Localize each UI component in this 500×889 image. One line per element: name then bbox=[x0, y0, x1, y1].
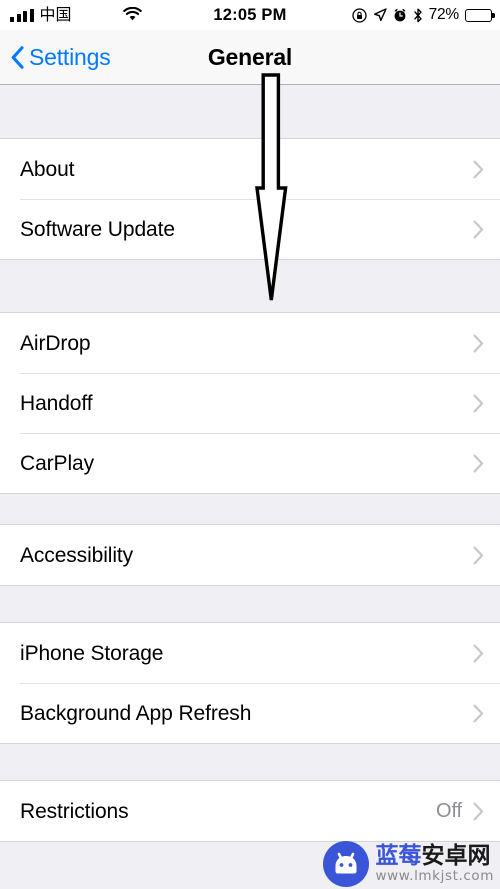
table-row[interactable]: iPhone Storage bbox=[0, 623, 500, 683]
row-label: AirDrop bbox=[20, 331, 91, 355]
row-value: Off bbox=[435, 799, 462, 822]
row-label: Restrictions bbox=[20, 799, 129, 823]
settings-group: AirDrop Handoff CarPlay bbox=[0, 312, 500, 494]
row-label: Software Update bbox=[20, 217, 175, 241]
section-gap bbox=[0, 86, 500, 138]
table-row[interactable]: Handoff bbox=[0, 373, 500, 433]
watermark-url: www.lmkjst.com bbox=[375, 868, 494, 885]
row-accessory bbox=[473, 220, 484, 239]
row-label: About bbox=[20, 157, 75, 181]
row-accessory bbox=[473, 454, 484, 473]
iphone-screen: 中国 12:05 PM 72% Settings General About S… bbox=[0, 0, 500, 889]
navigation-bar: Settings General bbox=[0, 30, 500, 85]
battery-icon bbox=[465, 8, 495, 22]
watermark-name-part2: 安卓网 bbox=[421, 843, 491, 870]
section-gap bbox=[0, 494, 500, 524]
section-gap bbox=[0, 744, 500, 780]
table-row[interactable]: About bbox=[0, 139, 500, 199]
settings-list[interactable]: About Software Update AirDrop Handoff CarPla… bbox=[0, 86, 500, 889]
row-label: iPhone Storage bbox=[20, 641, 164, 665]
bluetooth-icon bbox=[413, 7, 423, 23]
watermark-site-name: 蓝莓安卓网 bbox=[376, 844, 495, 869]
settings-group: Restrictions Off bbox=[0, 780, 500, 842]
table-row[interactable]: CarPlay bbox=[0, 433, 500, 493]
chevron-right-icon bbox=[473, 394, 484, 413]
row-label: Background App Refresh bbox=[20, 701, 252, 725]
settings-group: iPhone Storage Background App Refresh bbox=[0, 622, 500, 744]
location-arrow-icon bbox=[373, 8, 387, 22]
site-watermark: 蓝莓安卓网 www.lmkjst.com bbox=[322, 841, 495, 887]
table-row[interactable]: Software Update bbox=[0, 199, 500, 259]
row-accessory bbox=[473, 334, 484, 353]
chevron-right-icon bbox=[473, 704, 484, 723]
section-gap bbox=[0, 260, 500, 312]
row-label: Handoff bbox=[20, 391, 93, 415]
chevron-right-icon bbox=[473, 546, 484, 565]
watermark-text: 蓝莓安卓网 www.lmkjst.com bbox=[376, 844, 495, 883]
chevron-right-icon bbox=[473, 802, 484, 821]
row-accessory bbox=[473, 644, 484, 663]
chevron-right-icon bbox=[473, 160, 484, 179]
row-accessory bbox=[473, 704, 484, 723]
chevron-right-icon bbox=[473, 454, 484, 473]
rotation-lock-icon bbox=[351, 7, 367, 23]
chevron-right-icon bbox=[473, 220, 484, 239]
page-title: General bbox=[207, 43, 293, 70]
chevron-right-icon bbox=[473, 644, 484, 663]
table-row[interactable]: Background App Refresh bbox=[0, 683, 500, 743]
watermark-name-part1: 蓝莓 bbox=[375, 843, 422, 870]
row-label: Accessibility bbox=[20, 543, 134, 567]
table-row[interactable]: AirDrop bbox=[0, 313, 500, 373]
table-row[interactable]: Restrictions Off bbox=[0, 781, 500, 841]
battery-percent-label: 72% bbox=[428, 6, 460, 23]
row-accessory: Off bbox=[436, 800, 484, 823]
status-bar-right: 72% bbox=[351, 0, 495, 30]
row-accessory bbox=[473, 546, 484, 565]
settings-group: Accessibility bbox=[0, 524, 500, 586]
android-robot-logo-icon bbox=[322, 841, 369, 887]
row-accessory bbox=[473, 394, 484, 413]
section-gap bbox=[0, 586, 500, 622]
status-bar: 中国 12:05 PM 72% bbox=[0, 0, 500, 30]
chevron-right-icon bbox=[473, 334, 484, 353]
settings-group: About Software Update bbox=[0, 138, 500, 260]
table-row[interactable]: Accessibility bbox=[0, 525, 500, 585]
row-label: CarPlay bbox=[20, 451, 94, 475]
alarm-clock-icon bbox=[393, 8, 407, 22]
row-accessory bbox=[473, 160, 484, 179]
